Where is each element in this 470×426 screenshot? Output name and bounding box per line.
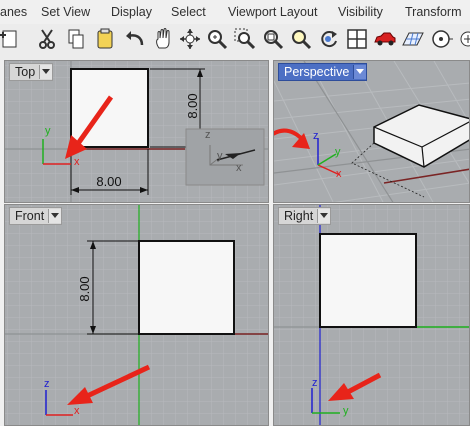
copy-icon[interactable] (63, 26, 89, 52)
perspective-viewport-title[interactable]: Perspective (278, 63, 368, 81)
menu-visibility[interactable]: Visibility (338, 5, 383, 19)
chevron-down-icon[interactable] (317, 209, 331, 223)
menu-select[interactable]: Select (171, 5, 206, 19)
rotate-view-icon[interactable] (177, 26, 203, 52)
top-grid (5, 61, 268, 202)
menu-bar: anes Set View Display Select Viewport La… (0, 0, 470, 24)
pan-hand-icon[interactable] (151, 26, 177, 52)
perspective-grid (274, 61, 469, 202)
menu-viewport-layout[interactable]: Viewport Layout (228, 5, 317, 19)
zoom-selected-icon[interactable] (288, 26, 314, 52)
zoom-extents-icon[interactable] (260, 26, 286, 52)
grid-plane-icon[interactable] (400, 26, 426, 52)
undo-view-icon[interactable] (316, 26, 342, 52)
menu-transform[interactable]: Transform (405, 5, 462, 19)
top-viewport-title[interactable]: Top (9, 63, 54, 81)
paste-icon[interactable] (92, 26, 118, 52)
standard-toolbar (0, 24, 470, 60)
zoom-dynamic-icon[interactable] (204, 26, 230, 52)
menu-display[interactable]: Display (111, 5, 152, 19)
top-viewport[interactable]: Top (4, 60, 269, 203)
chevron-down-icon[interactable] (48, 209, 62, 223)
target-icon[interactable] (428, 26, 454, 52)
front-viewport-title[interactable]: Front (9, 207, 63, 225)
right-viewport-label: Right (284, 209, 314, 223)
right-grid (274, 205, 469, 425)
chevron-down-icon[interactable] (353, 65, 367, 79)
front-grid (5, 205, 268, 425)
front-viewport-label: Front (15, 209, 45, 223)
perspective-viewport[interactable]: Perspective (273, 60, 470, 203)
cut-icon[interactable] (34, 26, 60, 52)
menu-set-view[interactable]: Set View (41, 5, 90, 19)
four-viewports-icon[interactable] (344, 26, 370, 52)
menu-panes[interactable]: anes (0, 5, 27, 19)
front-viewport[interactable]: Front (4, 204, 269, 426)
new-file-icon[interactable] (0, 26, 22, 52)
more-icon[interactable] (455, 26, 470, 52)
chevron-down-icon[interactable] (39, 65, 53, 79)
right-viewport[interactable]: Right (273, 204, 470, 426)
zoom-window-icon[interactable] (232, 26, 258, 52)
car-render-icon[interactable] (372, 26, 398, 52)
front-square (138, 240, 235, 335)
perspective-viewport-label: Perspective (284, 65, 350, 79)
right-square (319, 233, 417, 328)
top-viewport-label: Top (15, 65, 36, 79)
right-viewport-title[interactable]: Right (278, 207, 332, 225)
undo-icon[interactable] (121, 26, 147, 52)
